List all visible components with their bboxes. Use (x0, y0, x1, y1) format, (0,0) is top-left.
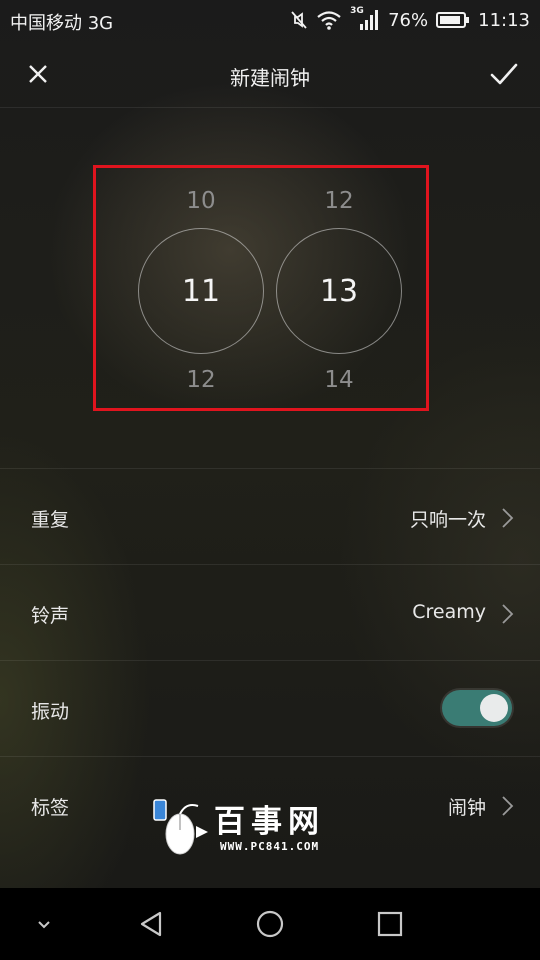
settings-list: 重复 只响一次 铃声 Creamy 振动 标签 闹钟 (0, 468, 540, 852)
minute-picker[interactable]: 12 13 14 (276, 168, 402, 408)
hour-next[interactable]: 12 (138, 367, 264, 393)
ringtone-label: 铃声 (31, 605, 70, 627)
hour-picker[interactable]: 10 11 12 (138, 168, 264, 408)
tag-value: 闹钟 (447, 797, 486, 819)
watermark-text: 百事网 (214, 804, 325, 840)
ringtone-value: Creamy (412, 601, 486, 623)
hide-nav-button[interactable] (24, 904, 64, 944)
repeat-value: 只响一次 (409, 509, 486, 531)
home-circle-icon (256, 910, 284, 938)
checkmark-icon (490, 63, 518, 85)
toggle-knob (480, 694, 508, 722)
chevron-down-icon (38, 921, 50, 929)
ringtone-row[interactable]: 铃声 Creamy (0, 564, 540, 660)
time-picker-highlight: 10 11 12 12 13 14 (93, 165, 429, 411)
home-button[interactable] (250, 904, 290, 944)
back-button[interactable] (131, 904, 171, 944)
mute-icon (291, 11, 307, 29)
system-nav-bar (0, 888, 540, 960)
minute-selected[interactable]: 13 (276, 228, 402, 354)
status-indicators: 3G 76% 11:13 (282, 6, 530, 34)
chevron-right-icon (502, 604, 514, 624)
recents-button[interactable] (370, 904, 410, 944)
hour-prev[interactable]: 10 (138, 188, 264, 214)
chevron-right-icon (502, 508, 514, 528)
tag-label: 标签 (31, 797, 70, 819)
status-bar: 中国移动 3G 3G 76% 11:13 (0, 0, 540, 40)
battery-icon (436, 12, 470, 28)
repeat-label: 重复 (31, 509, 70, 531)
battery-percent: 76% (388, 9, 429, 31)
hour-selected[interactable]: 11 (138, 228, 264, 354)
watermark-url: WWW.PC841.COM (220, 840, 320, 853)
signal-icon: 3G (350, 6, 380, 32)
title-bar: 新建闹钟 (0, 40, 540, 108)
minute-next[interactable]: 14 (276, 367, 402, 393)
page-title: 新建闹钟 (230, 66, 310, 90)
mouse-logo-icon (153, 799, 208, 855)
vibrate-row: 振动 (0, 660, 540, 756)
back-triangle-icon (140, 911, 162, 937)
watermark-logo: 百事网 WWW.PC841.COM (152, 796, 352, 858)
vibrate-label: 振动 (31, 701, 70, 723)
carrier-label: 中国移动 3G (10, 13, 114, 34)
wifi-icon (317, 11, 341, 30)
recents-square-icon (377, 911, 403, 937)
confirm-button[interactable] (484, 54, 524, 94)
status-clock: 11:13 (478, 9, 530, 31)
minute-prev[interactable]: 12 (276, 188, 402, 214)
vibrate-toggle[interactable] (442, 690, 512, 726)
repeat-row[interactable]: 重复 只响一次 (0, 468, 540, 564)
chevron-right-icon (502, 796, 514, 816)
